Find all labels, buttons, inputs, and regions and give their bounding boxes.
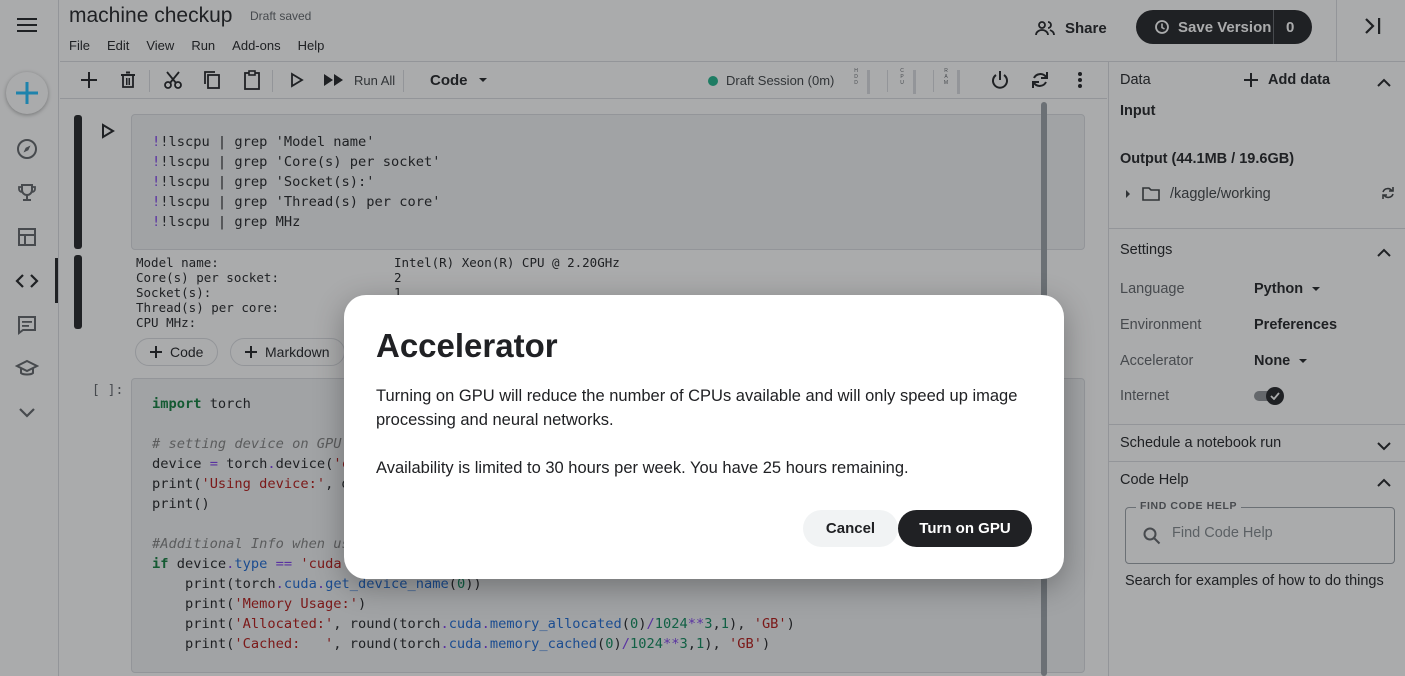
dialog-message: Turning on GPU will reduce the number of… [376, 387, 1018, 429]
cancel-button[interactable]: Cancel [803, 510, 898, 547]
dialog-availability: Availability is limited to 30 hours per … [376, 459, 909, 477]
dialog-title: Accelerator [376, 327, 558, 364]
turn-on-gpu-button[interactable]: Turn on GPU [898, 510, 1032, 547]
accelerator-dialog: Accelerator Turning on GPU will reduce t… [344, 295, 1064, 579]
